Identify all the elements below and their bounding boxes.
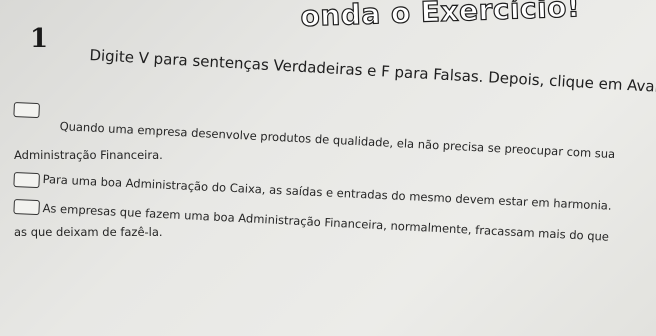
answer-box-1[interactable] xyxy=(13,102,40,119)
statement-3-line-2: as que deixam de fazê-la. xyxy=(14,225,163,239)
instruction-text: Digite V para sentenças Verdadeiras e F … xyxy=(88,46,656,98)
answer-box-3[interactable] xyxy=(13,199,40,216)
question-number: 1 xyxy=(30,24,49,54)
answer-box-2[interactable] xyxy=(13,172,40,189)
statement-1-line-2: Administração Financeira. xyxy=(14,148,163,162)
page-title: onda o Exercício! xyxy=(299,0,581,34)
exercise-page: onda o Exercício! 1 Digite V para senten… xyxy=(0,0,656,336)
